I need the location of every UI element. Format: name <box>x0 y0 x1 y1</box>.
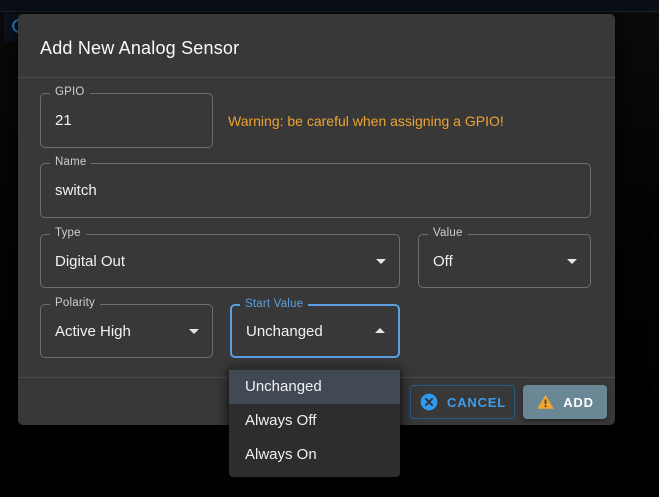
value-selected-value: Off <box>433 253 453 270</box>
menu-option-unchanged[interactable]: Unchanged <box>229 370 400 404</box>
gpio-label: GPIO <box>50 86 90 98</box>
chevron-down-icon <box>567 259 577 264</box>
screen: Add New Analog Sensor GPIO Warning: be c… <box>0 0 659 497</box>
chevron-down-icon <box>376 259 386 264</box>
name-field[interactable]: Name <box>40 163 591 218</box>
start-value-menu: Unchanged Always Off Always On <box>229 366 400 477</box>
start-value-select[interactable]: Start Value Unchanged <box>230 304 400 358</box>
type-select[interactable]: Type Digital Out <box>40 234 400 288</box>
value-select[interactable]: Value Off <box>418 234 591 288</box>
value-label: Value <box>428 227 468 239</box>
cancel-button[interactable]: CANCEL <box>410 385 515 419</box>
gpio-warning-text: Warning: be careful when assigning a GPI… <box>228 93 603 148</box>
chevron-up-icon <box>375 328 385 333</box>
name-input[interactable] <box>41 164 590 217</box>
type-label: Type <box>50 227 86 239</box>
title-divider <box>18 77 615 78</box>
type-selected-value: Digital Out <box>55 253 125 270</box>
cancel-button-label: CANCEL <box>447 395 506 410</box>
gpio-field[interactable]: GPIO <box>40 93 213 148</box>
name-label: Name <box>50 156 91 168</box>
warning-triangle-icon <box>536 393 555 411</box>
gpio-input[interactable] <box>41 94 212 147</box>
polarity-select[interactable]: Polarity Active High <box>40 304 213 358</box>
start-value-label: Start Value <box>240 298 308 310</box>
x-circle-icon <box>419 392 439 412</box>
chevron-down-icon <box>189 329 199 334</box>
start-value-selected-value: Unchanged <box>246 323 323 340</box>
add-button[interactable]: ADD <box>523 385 607 419</box>
polarity-label: Polarity <box>50 297 100 309</box>
dialog-title: Add New Analog Sensor <box>40 38 239 59</box>
menu-option-always-on[interactable]: Always On <box>229 438 400 472</box>
add-button-label: ADD <box>563 395 594 410</box>
menu-option-always-off[interactable]: Always Off <box>229 404 400 438</box>
polarity-selected-value: Active High <box>55 323 131 340</box>
add-sensor-dialog: Add New Analog Sensor GPIO Warning: be c… <box>18 14 615 425</box>
background-toolbar <box>0 0 659 12</box>
